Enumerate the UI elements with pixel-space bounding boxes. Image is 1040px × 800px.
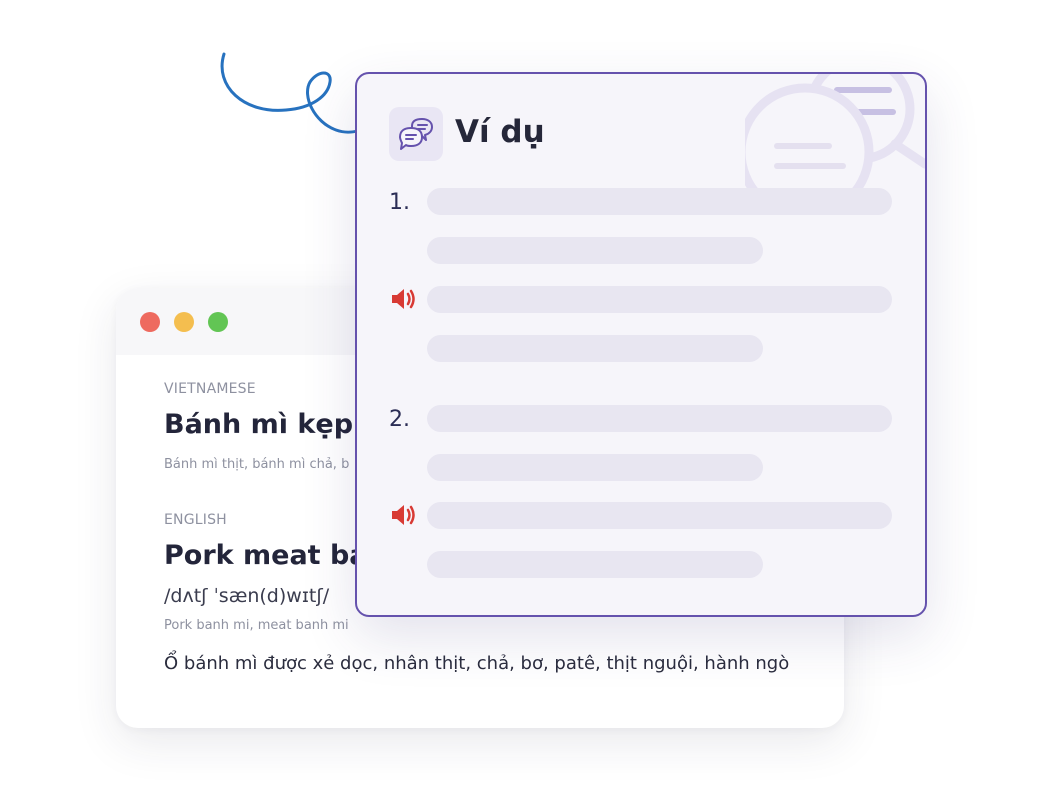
vietnamese-term: Bánh mì kẹp t — [164, 409, 376, 440]
english-term: Pork meat ba — [164, 540, 368, 571]
minimize-window-button[interactable] — [174, 312, 194, 332]
translation-placeholder — [427, 551, 763, 578]
pronunciation-ipa: /dʌtʃ ˈsæn(d)wɪtʃ/ — [164, 585, 330, 607]
chat-bubbles-icon — [389, 107, 443, 161]
example-sentence-placeholder — [427, 237, 763, 264]
speaker-icon[interactable] — [390, 287, 418, 311]
example-sentence-placeholder — [427, 405, 892, 432]
close-window-button[interactable] — [140, 312, 160, 332]
examples-card: Ví dụ 1. 2. — [355, 72, 927, 617]
maximize-window-button[interactable] — [208, 312, 228, 332]
speaker-icon[interactable] — [390, 503, 418, 527]
example-sentence-placeholder — [427, 454, 763, 481]
translation-placeholder — [427, 286, 892, 313]
vietnamese-label: VIETNAMESE — [164, 381, 256, 397]
examples-title: Ví dụ — [455, 114, 545, 150]
chat-bubbles-decoration — [745, 74, 925, 204]
english-synonyms: Pork banh mi, meat banh mi — [164, 618, 349, 633]
example-number: 2. — [389, 407, 410, 432]
translation-placeholder — [427, 502, 892, 529]
translation-placeholder — [427, 335, 763, 362]
example-sentence-placeholder — [427, 188, 892, 215]
vietnamese-synonyms: Bánh mì thịt, bánh mì chả, b — [164, 457, 350, 472]
definition: Ổ bánh mì được xẻ dọc, nhân thịt, chả, b… — [164, 653, 790, 674]
example-number: 1. — [389, 190, 410, 215]
english-label: ENGLISH — [164, 512, 227, 528]
